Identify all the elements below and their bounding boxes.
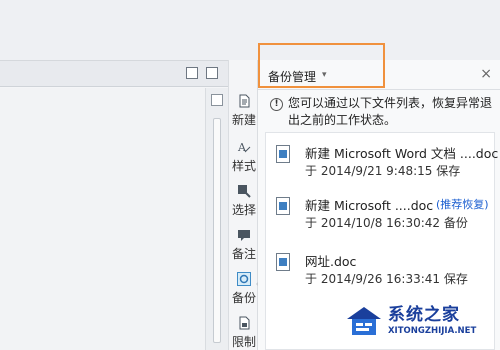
watermark: 系统之家 XITONGZHIJIA.NET (345, 299, 495, 345)
comment-icon (237, 228, 251, 242)
sidebar-item-select[interactable]: 选择 (229, 184, 259, 218)
vertical-scrollbar[interactable] (213, 118, 221, 343)
document-canvas[interactable] (0, 88, 206, 350)
recommend-restore-link[interactable]: (推荐恢复) (436, 196, 489, 212)
pane-toolbar (0, 61, 228, 87)
file-timestamp: 于 2014/10/8 16:30:42 备份 (305, 216, 468, 230)
word-doc-icon (276, 253, 290, 271)
top-chrome (0, 0, 500, 60)
list-item[interactable]: 新建 Microsoft ....doc (推荐恢复) 于 2014/10/8 … (266, 191, 496, 241)
sidebar-item-new[interactable]: 新建 (229, 94, 259, 128)
task-sidebar: 新建 A 样式 选择 备注 备份 限制 (228, 60, 262, 350)
restrict-icon (237, 316, 251, 330)
watermark-url: XITONGZHIJIA.NET (388, 326, 477, 336)
word-doc-icon (276, 197, 290, 215)
sidebar-item-label: 新建 (231, 113, 256, 127)
file-name[interactable]: 网址.doc (305, 251, 356, 270)
sidebar-item-label: 样式 (231, 159, 256, 173)
sidebar-item-style[interactable]: A 样式 (229, 140, 259, 174)
file-name[interactable]: 新建 Microsoft Word 文档 ....doc (305, 143, 498, 162)
file-timestamp: 于 2014/9/26 16:33:41 保存 (305, 272, 468, 286)
file-timestamp: 于 2014/9/21 9:48:15 保存 (305, 164, 461, 178)
info-icon: ! (270, 98, 283, 111)
site-logo (347, 307, 381, 335)
sidebar-item-label: 备注 (231, 247, 256, 261)
sidebar-item-label: 限制 (231, 335, 256, 349)
sidebar-item-label: 备份 (231, 291, 256, 305)
watermark-title: 系统之家 (388, 305, 460, 325)
backup-icon (237, 272, 251, 286)
scrollbar-column (206, 88, 228, 350)
sidebar-item-restrict[interactable]: 限制 (229, 316, 259, 350)
ruler-icon[interactable] (211, 94, 223, 106)
list-item[interactable]: 新建 Microsoft Word 文档 ....doc 于 2014/9/21… (266, 139, 498, 189)
new-doc-icon (237, 94, 251, 108)
window-switch-icon[interactable] (206, 67, 218, 79)
sidebar-item-backup[interactable]: 备份 (229, 272, 259, 306)
document-pane (0, 60, 228, 350)
style-icon: A (237, 140, 251, 154)
close-icon[interactable]: × (480, 66, 492, 82)
sidebar-item-label: 选择 (231, 203, 256, 217)
highlight-annotation (258, 43, 385, 88)
select-icon (237, 184, 251, 198)
file-name[interactable]: 新建 Microsoft ....doc (305, 195, 433, 214)
sidebar-item-comment[interactable]: 备注 (229, 228, 259, 262)
word-doc-icon (276, 145, 290, 163)
pin-icon[interactable] (186, 67, 198, 79)
info-message: 您可以通过以下文件列表，恢复异常退出之前的工作状态。 (288, 96, 493, 127)
list-item[interactable]: 网址.doc 于 2014/9/26 16:33:41 保存 (266, 247, 496, 297)
